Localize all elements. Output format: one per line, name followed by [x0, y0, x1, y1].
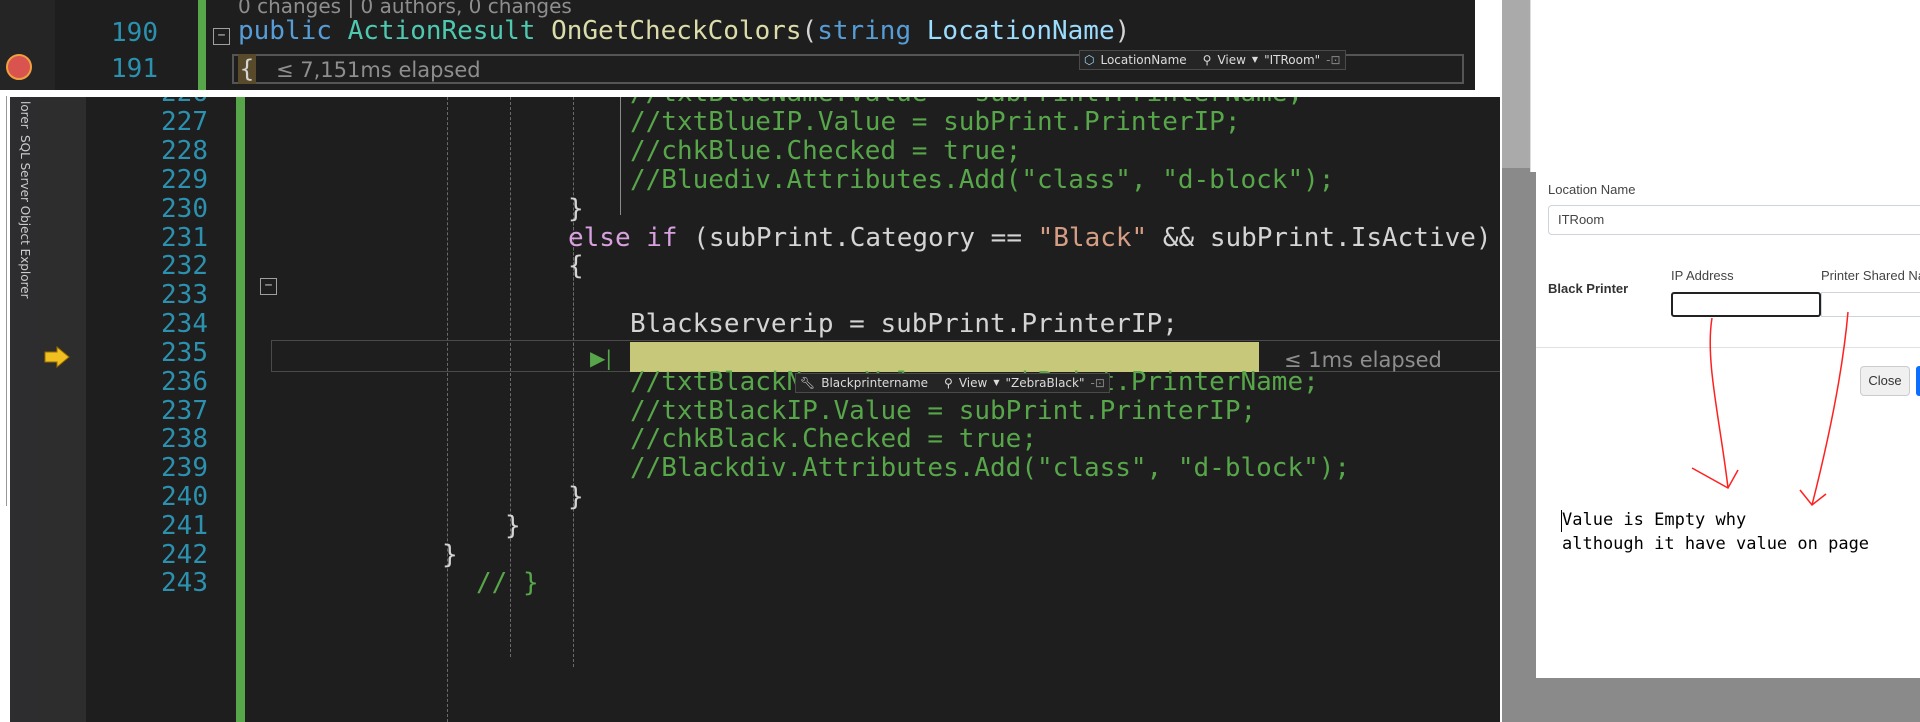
brace: { [238, 54, 256, 84]
code-line-232: { [568, 251, 584, 281]
datatip-view[interactable]: View [1217, 51, 1245, 69]
ip-address-label: IP Address [1671, 268, 1734, 283]
close-button[interactable]: Close [1860, 366, 1910, 396]
annotation-line-1: Value is Empty why [1562, 510, 1747, 530]
type-name: ActionResult [347, 16, 536, 46]
datatip-locationname[interactable]: ⬡ LocationName ⚲ View ▼ "ITRoom" -⊡ [1079, 50, 1346, 70]
code-line-239: //Blackdiv.Attributes.Add("class", "d-bl… [630, 453, 1350, 483]
comment: //Blackdiv.Attributes.Add("class", "d-bl… [630, 453, 1351, 483]
code-line-237: //txtBlackIP.Value = subPrint.PrinterIP; [630, 396, 1256, 426]
line-number: 191 [111, 54, 158, 84]
comment: // } [476, 568, 539, 598]
string-literal: "Black" [1037, 223, 1148, 253]
brace: } [568, 194, 584, 224]
indent-guide [620, 97, 621, 215]
parameter-name: LocationName [926, 16, 1115, 46]
current-statement: Blackprintername = subPrint.PrinterName; [630, 280, 1257, 310]
code-line-190: public ActionResult OnGetCheckColors(str… [238, 16, 1130, 46]
indent-guide [573, 227, 574, 667]
magnifier-icon[interactable]: ⚲ [1203, 51, 1212, 69]
ip-address-input[interactable] [1671, 292, 1821, 317]
comment: //chkBlack.Checked = true; [630, 424, 1037, 454]
top-line-numbers: 190 191 [55, 0, 200, 90]
top-code-editor: 190 191 0 changes | 0 authors, 0 changes… [0, 0, 1475, 90]
code-line-242: } [442, 540, 458, 570]
magnifier-icon[interactable]: ⚲ [944, 374, 953, 392]
black-printer-label: Black Printer [1548, 281, 1629, 296]
comment: //txtBlueIP.Value = subPrint.PrinterIP; [630, 107, 1241, 137]
code-line-238: //chkBlack.Checked = true; [630, 424, 1037, 454]
main-code-area[interactable]: − ▶| //txtBlueName.Value = subPrint.Prin… [10, 97, 1500, 722]
comment: //txtBlackIP.Value = subPrint.PrinterIP; [630, 396, 1257, 426]
chevron-down-icon[interactable]: ▼ [1252, 51, 1258, 69]
run-to-cursor-icon[interactable]: ▶| [590, 346, 612, 370]
punctuation: ( [801, 16, 818, 46]
code-line-240: } [568, 482, 584, 512]
method-name: OnGetCheckColors [551, 16, 802, 46]
datatip-value: "ITRoom" [1264, 53, 1321, 67]
indent-guide [447, 97, 448, 722]
wrench-icon: 🔧︎ [800, 376, 816, 390]
datatip-view[interactable]: View [959, 374, 987, 392]
change-tracking-bar [198, 0, 206, 90]
pin-icon[interactable]: -⊡ [1091, 374, 1105, 392]
datatip-blackprintername[interactable]: 🔧︎ Blackprintername ⚲ View ▼ "ZebraBlack… [795, 373, 1110, 393]
comment: //Bluediv.Attributes.Add("class", "d-blo… [630, 165, 1335, 195]
code-line-230: } [568, 194, 584, 224]
printer-shared-name-input[interactable] [1821, 292, 1920, 317]
brace: { [568, 251, 584, 281]
brace: } [505, 511, 521, 541]
keyword: else [568, 223, 631, 253]
perf-tip-elapsed: ≤ 7,151ms elapsed [276, 58, 481, 82]
code-line-227: //txtBlueIP.Value = subPrint.PrinterIP; [630, 107, 1240, 137]
save-button[interactable] [1916, 366, 1920, 396]
comment: //chkBlue.Checked = true; [630, 136, 1022, 166]
code-line-241: } [505, 511, 521, 541]
collapse-minus-icon[interactable]: − [213, 28, 230, 45]
code-line-243: // } [476, 568, 539, 598]
line-number: 190 [111, 18, 158, 48]
code-line-234: Blackserverip = subPrint.PrinterIP; [630, 309, 1178, 339]
code-line-231: else if (subPrint.Category == "Black" &&… [568, 223, 1492, 253]
debugger-status-icon [6, 54, 32, 80]
datatip-icon: ⬡ [1084, 53, 1095, 67]
backdrop-strip [1502, 0, 1532, 168]
keyword: if [646, 223, 678, 253]
keyword: string [817, 16, 912, 46]
code-line-233: Blackprintername = subPrint.PrinterName; [630, 280, 1256, 310]
datatip-value: "ZebraBlack" [1005, 376, 1085, 390]
modal-footer-divider [1536, 347, 1920, 348]
annotation-line-2: although it have value on page [1562, 534, 1870, 554]
code-text: && subPrint.IsActive) [1147, 223, 1492, 253]
code-line-229: //Bluediv.Attributes.Add("class", "d-blo… [630, 165, 1334, 195]
keyword: public [238, 16, 332, 46]
punctuation: ) [1114, 16, 1131, 46]
code-text: Blackserverip = subPrint.PrinterIP; [630, 309, 1178, 339]
location-name-input[interactable]: ITRoom [1548, 205, 1920, 235]
code-text: (subPrint.Category == [677, 223, 1038, 253]
brace: } [568, 482, 584, 512]
printer-shared-name-label: Printer Shared Na [1821, 268, 1920, 283]
location-name-label: Location Name [1548, 182, 1636, 197]
datatip-variable: LocationName [1100, 53, 1187, 67]
datatip-variable: Blackprintername [821, 376, 929, 390]
collapse-minus-icon[interactable]: − [260, 278, 277, 295]
pin-icon[interactable]: -⊡ [1326, 51, 1340, 69]
printer-settings-modal [1536, 0, 1920, 678]
annotation-note: Value is Empty why although it have valu… [1562, 508, 1869, 556]
chevron-down-icon[interactable]: ▼ [993, 374, 999, 392]
brace: } [442, 540, 458, 570]
code-line-228: //chkBlue.Checked = true; [630, 136, 1021, 166]
window-edge [6, 96, 7, 506]
